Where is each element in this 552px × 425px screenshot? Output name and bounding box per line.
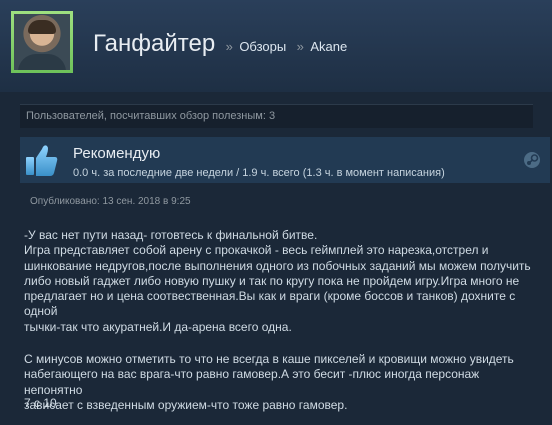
steam-logo-icon bbox=[523, 151, 541, 169]
breadcrumb: Ганфайтер » Обзоры » Akane bbox=[93, 30, 347, 58]
review-verdict-box: Рекомендую 0.0 ч. за последние две недел… bbox=[20, 137, 550, 183]
review-line: тычки-так что акуратней.И да-арена всего… bbox=[24, 319, 292, 334]
review-line: Игра представляет собой арену с прокачко… bbox=[24, 243, 489, 258]
recommend-label[interactable]: Рекомендую bbox=[73, 145, 160, 162]
playtime-text: 0.0 ч. за последние две недели / 1.9 ч. … bbox=[73, 167, 445, 179]
breadcrumb-separator: » bbox=[225, 39, 233, 54]
review-score: 7 с 10 bbox=[24, 396, 57, 410]
review-body: -У вас нет пути назад- готовтесь к финал… bbox=[24, 228, 534, 413]
helpful-count-bar: Пользователей, посчитавших обзор полезны… bbox=[20, 104, 533, 128]
breadcrumb-game-link[interactable]: Akane bbox=[310, 39, 347, 54]
review-line: С минусов можно отметить то что не всегд… bbox=[24, 352, 514, 367]
breadcrumb-separator: » bbox=[296, 39, 304, 54]
posted-date: Опубликовано: 13 сен. 2018 в 9:25 bbox=[30, 196, 191, 207]
page-header: Ганфайтер » Обзоры » Akane bbox=[0, 0, 552, 92]
review-line: набегающего на вас врага-что равно гамов… bbox=[24, 367, 480, 397]
breadcrumb-reviews-link[interactable]: Обзоры bbox=[239, 39, 286, 54]
review-line: шинкование недругов,после выполнения одн… bbox=[24, 258, 531, 273]
review-line: зависает с взведенным оружием-что тоже р… bbox=[24, 397, 348, 412]
avatar[interactable] bbox=[11, 11, 73, 73]
review-line: -У вас нет пути назад- готовтесь к финал… bbox=[24, 228, 318, 242]
review-line: либо новый гаджет либо новую пушку и так… bbox=[24, 273, 520, 288]
thumbs-up-icon bbox=[20, 137, 64, 183]
avatar-image bbox=[14, 14, 70, 70]
helpful-count-text: Пользователей, посчитавших обзор полезны… bbox=[26, 110, 276, 122]
profile-name-link[interactable]: Ганфайтер bbox=[93, 30, 215, 57]
review-line: предлагает но и цена соотвественная.Вы к… bbox=[24, 289, 516, 319]
